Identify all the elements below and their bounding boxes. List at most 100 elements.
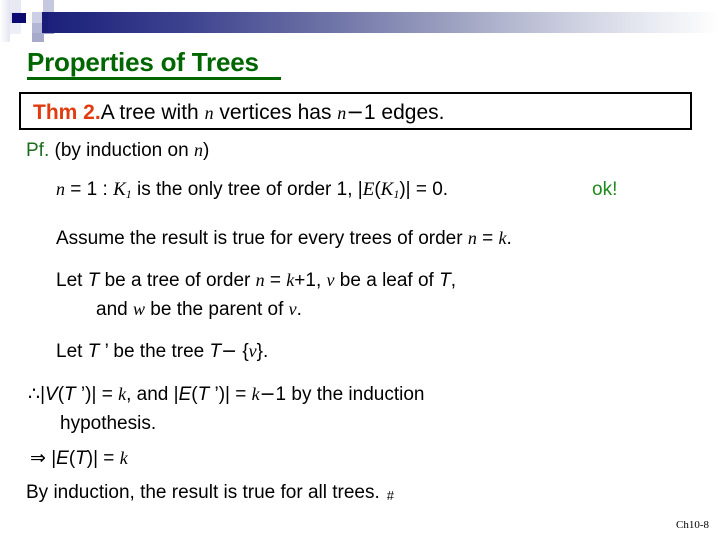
- deco-square-10: [9, 23, 21, 34]
- deco-square-1: [9, 0, 21, 12]
- theorem-text-b: vertices has: [213, 101, 338, 124]
- let-tree-line-2: and w be the parent of v.: [96, 298, 302, 321]
- let1-text-d: +1,: [294, 270, 327, 291]
- base-e-symbol: E: [362, 179, 375, 200]
- let2-text-a: and: [96, 299, 133, 320]
- ind-text-d: , and |: [126, 384, 179, 405]
- theorem-one: 1: [363, 101, 376, 124]
- header-bar-cap: [42, 12, 48, 33]
- let1-text-e: be a leaf of: [334, 270, 440, 291]
- let-subtree-line: Let T ’ be the tree T− {v}.: [56, 340, 268, 363]
- theorem-minus-sign: −: [346, 100, 364, 124]
- header-gradient-bar: [42, 12, 720, 33]
- let1-text-a: Let: [56, 270, 88, 291]
- deco-square-11: [21, 23, 32, 34]
- assume-text-b: =: [476, 228, 499, 249]
- let3-text-a: Let: [56, 341, 88, 362]
- imp-var-T: T: [75, 448, 87, 469]
- let3-var-v: v: [248, 341, 257, 361]
- deco-square-6: [12, 13, 26, 23]
- proof-header-text-a: (by induction on: [49, 140, 194, 161]
- let3-text-b: be the tree: [108, 341, 210, 362]
- footer-page-reference: Ch10-8: [676, 519, 709, 531]
- let3-text-d: }.: [256, 341, 269, 362]
- assume-var-n: n: [467, 228, 477, 248]
- base-k2-symbol: K: [380, 179, 394, 200]
- proof-header-var: n: [193, 140, 203, 160]
- deco-square-14: [21, 34, 32, 42]
- ind-var-V: V: [45, 384, 58, 405]
- let-tree-line-1: Let T be a tree of order n = k+1, v be a…: [56, 269, 456, 292]
- header-decoration: [0, 0, 720, 42]
- ind-var-k: k: [118, 384, 127, 404]
- implication-line: ⇒ |E(T)| = k: [30, 447, 128, 470]
- ind-var-k2: k: [251, 384, 260, 404]
- base-case-ok-annotation: ok!: [592, 179, 618, 200]
- deco-square-15: [32, 33, 44, 42]
- imp-text-c: )| =: [86, 448, 120, 469]
- let1-text-b: be a tree of order: [99, 270, 256, 291]
- theorem-var-n2: n: [337, 103, 347, 123]
- let1-var-T: T: [87, 270, 100, 291]
- theorem-text-a: A tree with: [100, 101, 205, 124]
- deco-square-3: [32, 0, 43, 12]
- ind-var-T: T: [64, 384, 76, 405]
- imp-text-a: |: [45, 448, 57, 469]
- induction-assumption-line: Assume the result is true for every tree…: [56, 227, 512, 250]
- let1-var-v: v: [326, 270, 335, 290]
- therefore-symbol: ∴: [28, 383, 41, 405]
- base-k-symbol: K: [113, 179, 126, 200]
- deco-square-fade-left: [0, 0, 10, 42]
- let2-var-v: v: [288, 299, 297, 319]
- theorem-statement: Thm 2.A tree with n vertices has n−1 edg…: [33, 100, 444, 125]
- proof-label: Pf.: [26, 140, 50, 161]
- let1-text-f: ,: [450, 270, 456, 291]
- deco-square-4: [43, 0, 54, 12]
- assume-text-a: Assume the result is true for every tree…: [56, 228, 468, 249]
- induction-conclusion-line-2: hypothesis.: [60, 413, 157, 434]
- assume-text-c: .: [506, 228, 512, 249]
- implies-arrow-icon: ⇒: [30, 447, 46, 469]
- ind-prime-2: ’: [209, 384, 219, 405]
- qed-symbol: #: [386, 488, 395, 503]
- base-case-line: n = 1 : K1 is the only tree of order 1, …: [56, 178, 448, 206]
- base-var-n: n: [56, 179, 65, 199]
- final-text: By induction, the result is true for all…: [26, 482, 380, 503]
- ind-minus-sign: −: [259, 383, 276, 405]
- let2-text-c: .: [296, 299, 302, 320]
- let1-var-n: n: [255, 270, 265, 290]
- induction-conclusion-line-1: ∴|V(T ’)| = k, and |E(T ’)| = k−1 by the…: [28, 383, 424, 406]
- ind-text-f: )| =: [218, 384, 252, 405]
- proof-header-text-b: ): [202, 140, 210, 161]
- ind-var-T2: T: [197, 384, 210, 405]
- let3-text-c: {: [237, 341, 249, 362]
- theorem-label: Thm 2.: [33, 101, 101, 124]
- let3-var-T2: T: [209, 341, 222, 362]
- let3-var-T: T: [87, 341, 100, 362]
- let3-minus-sign: −: [221, 340, 238, 362]
- ind-text-c: )| =: [85, 384, 119, 405]
- assume-var-k: k: [498, 228, 507, 248]
- proof-header-line: Pf. (by induction on n): [26, 139, 209, 162]
- let1-var-T2: T: [439, 270, 451, 291]
- final-conclusion-line: By induction, the result is true for all…: [26, 481, 394, 507]
- ind-var-E: E: [178, 384, 192, 405]
- theorem-box: Thm 2.A tree with n vertices has n−1 edg…: [19, 92, 692, 130]
- base-text-a: is the only tree of order 1, |: [131, 179, 363, 200]
- ind-one: 1: [275, 384, 287, 405]
- deco-square-2: [21, 0, 32, 12]
- let3-prime: ’: [99, 341, 109, 362]
- base-eq-1: = 1 :: [65, 179, 114, 200]
- title-underline: [27, 77, 281, 80]
- theorem-var-n: n: [204, 103, 214, 123]
- base-text-b: | = 0.: [405, 179, 449, 200]
- imp-var-E: E: [56, 448, 69, 469]
- theorem-text-c: edges.: [375, 101, 445, 124]
- imp-var-k: k: [119, 448, 128, 468]
- ind-text-g: by the induction: [286, 384, 425, 405]
- let2-text-b: be the parent of: [145, 299, 289, 320]
- page-title: Properties of Trees: [27, 47, 259, 77]
- let2-var-w: w: [132, 299, 145, 319]
- ind-prime-1: ’: [75, 384, 86, 405]
- let1-text-c: =: [264, 270, 287, 291]
